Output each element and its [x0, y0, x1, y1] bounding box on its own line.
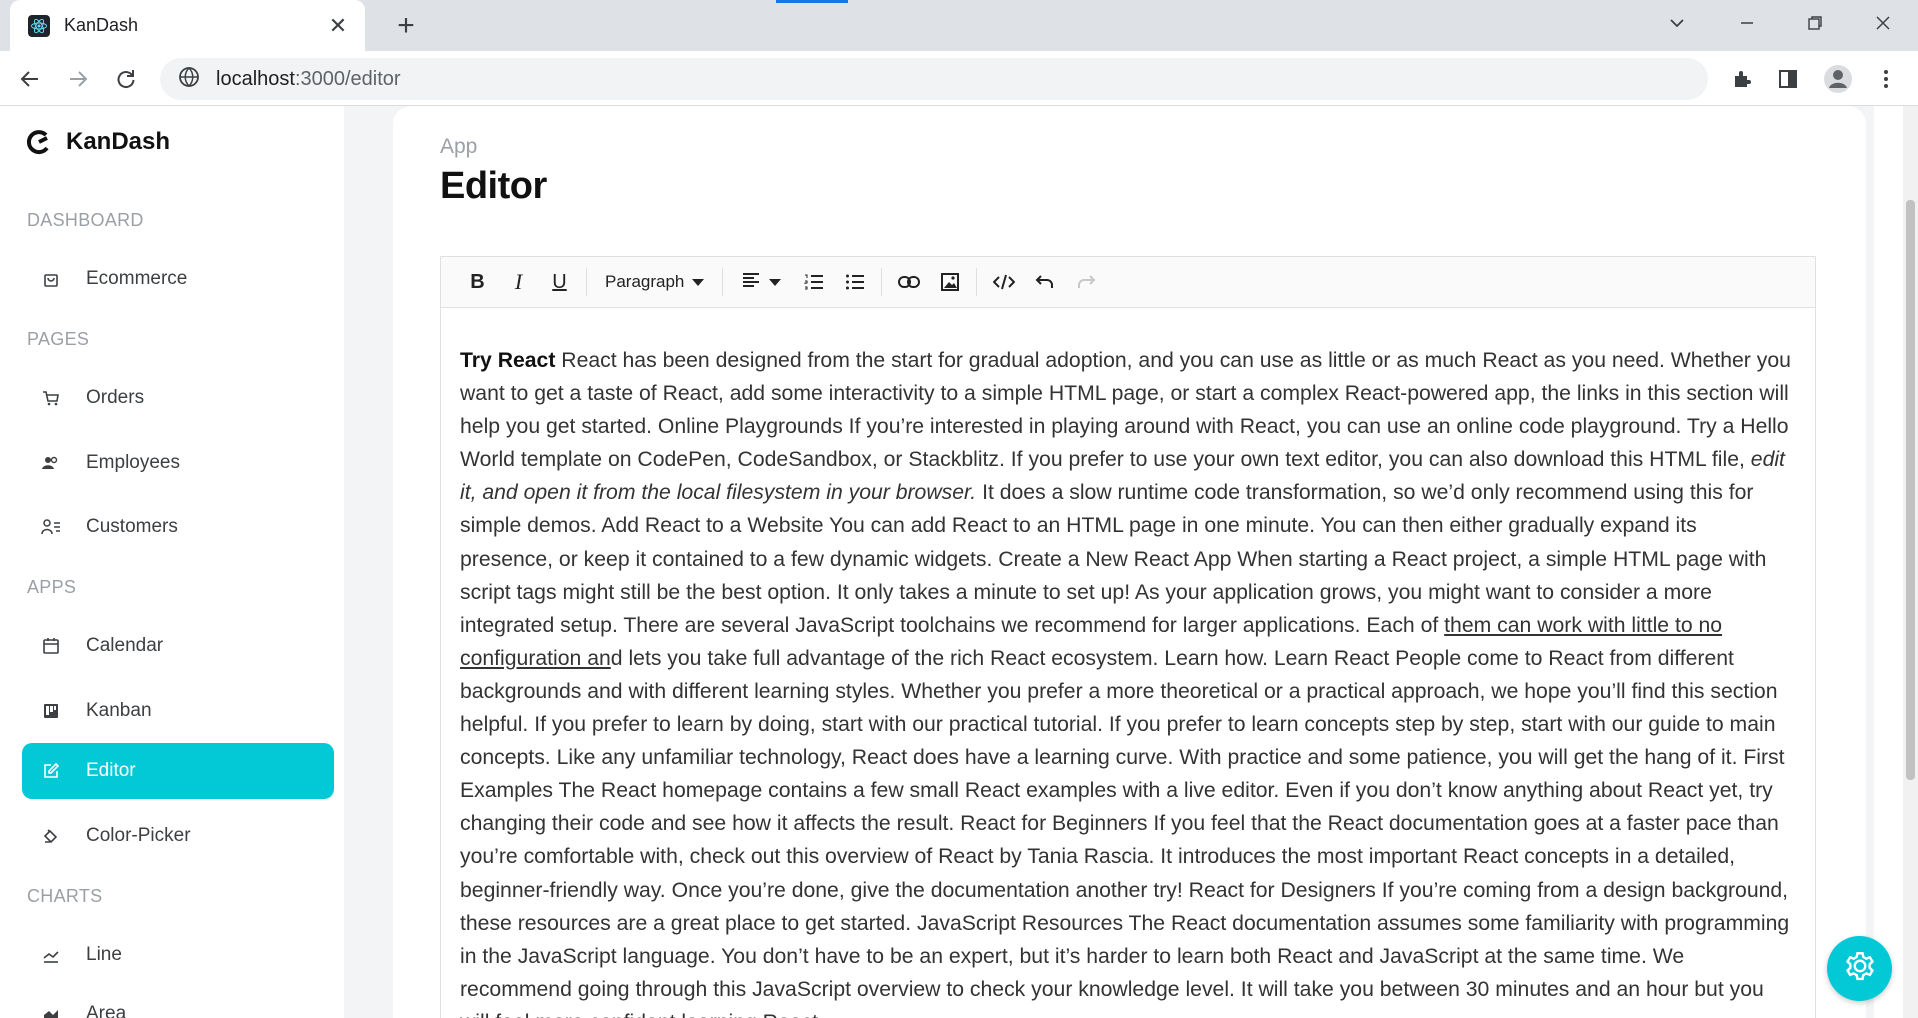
sidebar-item-label: Color-Picker — [86, 825, 191, 846]
restore-button[interactable] — [1780, 0, 1850, 46]
side-panel-icon[interactable] — [1772, 63, 1804, 95]
sidebar-item-editor[interactable]: Editor — [22, 743, 334, 799]
site-info-icon[interactable] — [178, 66, 200, 93]
sidebar-item-color-picker[interactable]: Color-Picker — [22, 808, 334, 864]
brand-logo-icon — [26, 129, 52, 155]
content-heading: Try React — [460, 349, 556, 372]
address-bar[interactable]: localhost:3000/editor — [160, 58, 1708, 100]
sidebar-item-ecommerce[interactable]: Ecommerce — [22, 251, 334, 307]
area-chart-icon — [40, 1003, 62, 1018]
sidebar: KanDash DASHBOARD Ecommerce PAGES Orders… — [0, 106, 344, 1018]
insert-image-button[interactable] — [929, 265, 970, 299]
loading-indicator — [776, 0, 848, 3]
content-text: d lets you take full advantage of the ri… — [460, 646, 1790, 1018]
brand-name: KanDash — [66, 128, 171, 155]
content-text: React has been designed from the start f… — [460, 349, 1791, 472]
back-arrow-icon[interactable] — [14, 63, 46, 95]
toolbar-divider — [586, 268, 587, 296]
sidebar-item-label: Calendar — [86, 635, 164, 656]
tab-title: KanDash — [64, 15, 139, 35]
url-path: :3000/editor — [294, 67, 401, 90]
sidebar-item-label: Customers — [86, 516, 178, 537]
undo-button[interactable] — [1024, 265, 1065, 299]
minimize-button[interactable] — [1712, 0, 1782, 46]
contacts-icon — [40, 516, 62, 538]
sidebar-item-label: Kanban — [86, 700, 152, 721]
editor-toolbar: B I U Paragraph — [441, 257, 1815, 308]
url-host: localhost — [216, 67, 295, 90]
toolbar-divider — [976, 268, 978, 296]
line-chart-icon — [40, 944, 62, 966]
unordered-list-button[interactable] — [834, 265, 875, 299]
section-dashboard: DASHBOARD — [27, 210, 144, 230]
extensions-puzzle-icon[interactable] — [1726, 63, 1758, 95]
cart-icon — [40, 387, 62, 409]
chevron-down-icon — [692, 278, 705, 286]
sidebar-item-employees[interactable]: Employees — [22, 435, 334, 491]
sidebar-item-label: Editor — [86, 760, 136, 781]
section-apps: APPS — [27, 577, 77, 597]
sidebar-item-label: Line — [86, 944, 122, 965]
browser-toolbar: localhost:3000/editor — [0, 51, 1918, 106]
reload-icon[interactable] — [110, 63, 142, 95]
tab-search-icon[interactable] — [1642, 0, 1712, 46]
tab-close-icon[interactable]: ✕ — [325, 13, 351, 39]
section-charts: CHARTS — [27, 886, 103, 906]
calendar-icon — [40, 635, 62, 657]
browser-tab-strip: KanDash ✕ + — [0, 0, 1918, 51]
insert-link-button[interactable] — [888, 265, 929, 299]
align-left-icon — [741, 271, 761, 294]
edit-icon — [40, 760, 62, 782]
gear-icon — [1842, 948, 1878, 989]
sidebar-item-orders[interactable]: Orders — [22, 370, 334, 426]
sidebar-item-kanban[interactable]: Kanban — [22, 683, 334, 739]
scrollbar-thumb[interactable] — [1906, 200, 1915, 780]
sidebar-item-area[interactable]: Area — [22, 986, 334, 1018]
rich-text-editor: B I U Paragraph Try React React has been… — [440, 256, 1816, 1018]
italic-button[interactable]: I — [498, 265, 539, 299]
sidebar-item-label: Employees — [86, 452, 180, 473]
brand-link[interactable]: KanDash — [26, 128, 170, 156]
format-dropdown[interactable]: Paragraph — [593, 265, 716, 299]
sidebar-item-customers[interactable]: Customers — [22, 499, 334, 555]
profile-avatar-icon[interactable] — [1822, 63, 1854, 95]
shopping-bag-icon — [40, 268, 62, 290]
react-favicon-icon — [28, 14, 50, 37]
page-category: App — [440, 135, 478, 158]
chevron-down-icon — [769, 278, 782, 286]
sidebar-item-label: Orders — [86, 387, 145, 408]
format-dropdown-value: Paragraph — [605, 272, 685, 291]
paint-bucket-icon — [40, 825, 62, 847]
editor-content[interactable]: Try React React has been designed from t… — [441, 308, 1815, 1018]
ordered-list-button[interactable] — [793, 265, 834, 299]
settings-button[interactable] — [1827, 936, 1892, 1001]
sidebar-item-line[interactable]: Line — [22, 927, 334, 983]
browser-menu-icon[interactable] — [1870, 63, 1902, 95]
sidebar-item-label: Area — [86, 1003, 127, 1018]
source-code-button[interactable] — [983, 265, 1024, 299]
sidebar-item-label: Ecommerce — [86, 268, 188, 289]
sidebar-item-calendar[interactable]: Calendar — [22, 618, 334, 674]
users-icon — [40, 452, 62, 474]
alignment-dropdown[interactable] — [729, 265, 793, 299]
underline-button[interactable]: U — [539, 265, 580, 299]
toolbar-divider — [881, 268, 883, 296]
redo-button[interactable] — [1065, 265, 1106, 299]
kanban-board-icon — [40, 700, 62, 722]
page-title: Editor — [440, 165, 547, 207]
browser-tab[interactable]: KanDash ✕ — [10, 0, 365, 51]
url-text: localhost:3000/editor — [216, 68, 401, 91]
section-pages: PAGES — [27, 329, 90, 349]
bold-button[interactable]: B — [457, 265, 498, 299]
toolbar-divider — [722, 268, 724, 296]
forward-arrow-icon[interactable] — [62, 63, 94, 95]
close-window-button[interactable] — [1848, 0, 1918, 46]
new-tab-button[interactable]: + — [388, 8, 424, 44]
